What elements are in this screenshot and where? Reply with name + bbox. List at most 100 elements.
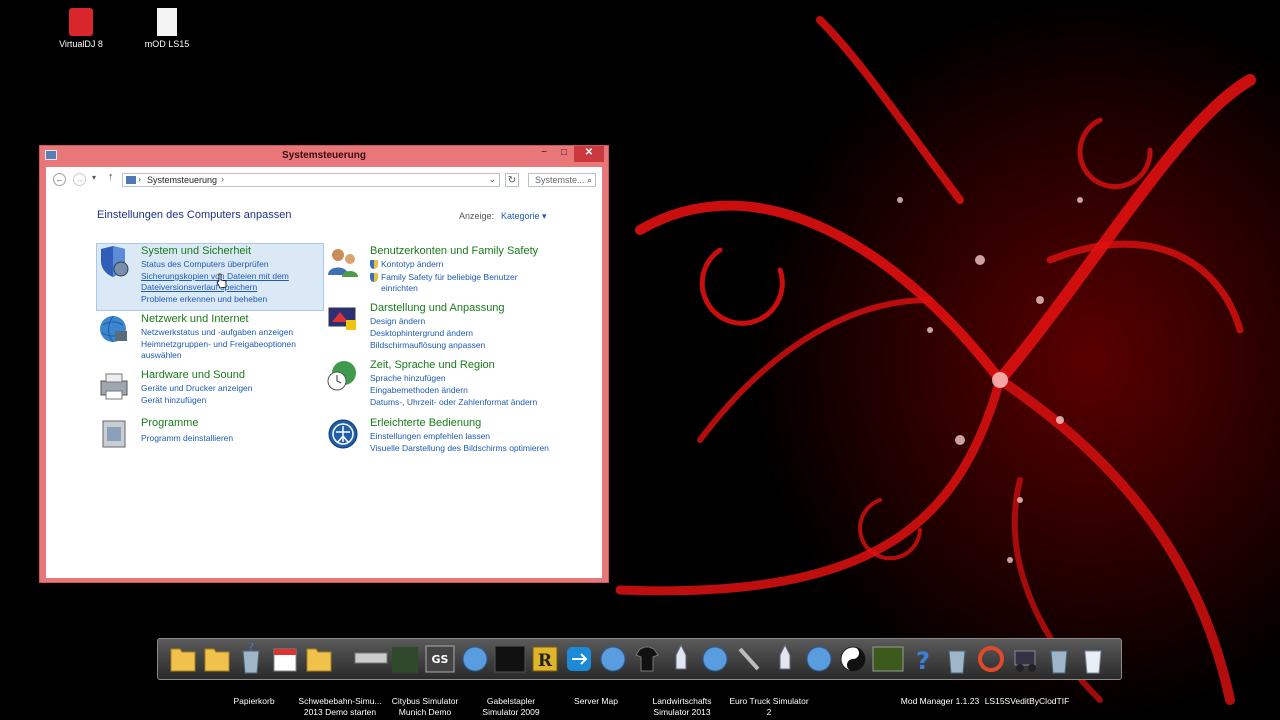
link-family-safety[interactable]: Family Safety für beliebige Benutzer (370, 272, 518, 282)
dock-label-gabelstapler[interactable]: Gabelstapler Simulator 2009 (476, 696, 546, 718)
link-change-theme[interactable]: Design ändern (370, 316, 425, 326)
dock-label-ls15sv[interactable]: LS15SVeditByClodTIF (984, 696, 1070, 707)
dock-globe-3[interactable] (700, 643, 730, 675)
desktop-icon-virtualdj[interactable]: VirtualDJ 8 (46, 8, 116, 49)
link-homegroup[interactable]: Heimnetzgruppen- und Freigabeoptionen (141, 339, 296, 349)
dock-auto-care[interactable] (976, 643, 1006, 675)
category-title[interactable]: Netzwerk und Internet (141, 313, 249, 325)
dock-folder-3[interactable] (304, 643, 334, 675)
window-titlebar[interactable]: Systemsteuerung − □ ✕ (40, 146, 608, 166)
dock-recycle-bin[interactable]: ? (236, 640, 266, 675)
back-button[interactable]: ← (53, 173, 66, 186)
refresh-button[interactable]: ↻ (505, 173, 519, 187)
dock-label-schwebebahn[interactable]: Schwebebahn-Simu... 2013 Demo starten (296, 696, 384, 718)
category-title[interactable]: Programme (141, 417, 198, 429)
trash-icon (1050, 650, 1068, 674)
link-family-safety-cont[interactable]: einrichten (370, 283, 418, 293)
dock-calendar[interactable] (270, 643, 300, 675)
link-add-device[interactable]: Gerät hinzufügen (141, 395, 206, 405)
dock-label-landwirtschafts[interactable]: Landwirtschafts Simulator 2013 (646, 696, 718, 718)
dock-mod-manager[interactable] (1010, 643, 1040, 675)
svg-text:R: R (538, 651, 553, 671)
search-input[interactable]: Systemste... ⌕ (528, 173, 596, 187)
dock-app-schwebebahn[interactable] (354, 643, 388, 675)
link-backup-files-cont[interactable]: Dateiversionsverlauf speichern (141, 282, 257, 292)
dock-label-citybus[interactable]: Citybus Simulator Munich Demo (388, 696, 462, 718)
dock-yin-yang[interactable] (838, 643, 868, 675)
close-button[interactable]: ✕ (574, 146, 604, 162)
rocket-icon (675, 643, 687, 670)
maximize-button[interactable]: □ (554, 146, 574, 162)
category-clock-region: Zeit, Sprache und Region Sprache hinzufü… (326, 359, 586, 409)
breadcrumb-separator[interactable]: › (221, 174, 224, 184)
shirt-icon (635, 646, 659, 672)
desktop-icon-mod-ls15[interactable]: mOD LS15 (132, 8, 202, 49)
link-input-methods[interactable]: Eingabemethoden ändern (370, 385, 468, 395)
view-label: Anzeige: (459, 211, 495, 221)
dock-globe-4[interactable] (804, 643, 834, 675)
dock-bin-2[interactable] (942, 643, 972, 675)
dock-teamviewer[interactable] (564, 643, 594, 675)
trash-icon (948, 650, 966, 674)
link-troubleshoot[interactable]: Probleme erkennen und beheben (141, 294, 267, 304)
dock-shirt[interactable] (632, 643, 662, 675)
recent-pages-dropdown[interactable]: ▾ (92, 173, 96, 182)
category-title[interactable]: Hardware und Sound (141, 369, 245, 381)
dock-app-dark[interactable] (494, 643, 526, 675)
category-title[interactable]: Darstellung und Anpassung (370, 302, 505, 314)
category-title[interactable]: System und Sicherheit (141, 245, 251, 257)
dock-label-papierkorb[interactable]: Papierkorb (224, 696, 284, 707)
dock-help[interactable]: ? (908, 643, 938, 675)
users-icon (328, 249, 358, 277)
virtualdj-icon (69, 8, 93, 36)
link-change-account-type[interactable]: Kontotyp ändern (370, 259, 443, 269)
breadcrumb-separator: › (138, 174, 141, 184)
link-desktop-background[interactable]: Desktophintergrund ändern (370, 328, 473, 338)
link-devices-printers[interactable]: Geräte und Drucker anzeigen (141, 383, 253, 393)
dock-label-server-map[interactable]: Server Map (566, 696, 626, 707)
tractor-icon (1014, 650, 1036, 672)
breadcrumb-systemsteuerung[interactable]: Systemsteuerung (147, 175, 217, 185)
folder-icon (170, 648, 196, 672)
link-uninstall-program[interactable]: Programm deinstallieren (141, 433, 233, 443)
dock-euro-truck[interactable] (872, 643, 904, 675)
view-mode-dropdown[interactable]: Kategorie ▾ (501, 211, 547, 222)
dock-app-citybus[interactable] (390, 643, 420, 675)
link-backup-files[interactable]: Sicherungskopien von Dateien mit dem (141, 271, 289, 281)
dock-folder-2[interactable] (202, 643, 232, 675)
link-date-time-format[interactable]: Datums-, Uhrzeit- oder Zahlenformat ände… (370, 397, 537, 407)
link-network-status[interactable]: Netzwerkstatus und -aufgaben anzeigen (141, 327, 293, 337)
address-bar[interactable]: › Systemsteuerung › ⌄ (122, 173, 500, 187)
link-add-language[interactable]: Sprache hinzufügen (370, 373, 446, 383)
category-title[interactable]: Zeit, Sprache und Region (370, 359, 495, 371)
link-screen-resolution[interactable]: Bildschirmauflösung anpassen (370, 340, 485, 350)
up-button[interactable]: ↑ (108, 171, 114, 183)
link-check-status[interactable]: Status des Computers überprüfen (141, 259, 269, 269)
page-title: Einstellungen des Computers anpassen (97, 209, 292, 221)
link-optimize-display[interactable]: Visuelle Darstellung des Bildschirms opt… (370, 443, 549, 453)
dock-bin-3[interactable] (1044, 643, 1074, 675)
link-homegroup-cont[interactable]: auswählen (141, 350, 182, 360)
address-dropdown-icon[interactable]: ⌄ (488, 174, 496, 185)
euro-truck-icon (872, 646, 904, 672)
dock-rocket-2[interactable] (770, 643, 800, 675)
category-title[interactable]: Erleichterte Bedienung (370, 417, 481, 429)
dock-folder-1[interactable] (168, 643, 198, 675)
dock-globe-2[interactable] (598, 643, 628, 675)
dock-app-gabelstapler[interactable]: GS (424, 643, 455, 675)
link-recommend-settings[interactable]: Einstellungen empfehlen lassen (370, 431, 490, 441)
dock-rocket-1[interactable] (666, 643, 696, 675)
dock-globe-1[interactable] (460, 643, 490, 675)
dock-recycle[interactable] (1078, 643, 1108, 675)
dock-wrench[interactable] (734, 643, 764, 675)
dock-label-euro-truck[interactable]: Euro Truck Simulator 2 (726, 696, 812, 718)
dock-label-mod-manager[interactable]: Mod Manager 1.1.23 (898, 696, 982, 707)
svg-text:?: ? (248, 643, 254, 654)
category-title[interactable]: Benutzerkonten und Family Safety (370, 245, 538, 257)
auto-care-icon (978, 646, 1004, 672)
forward-button[interactable]: → (73, 173, 86, 186)
search-icon[interactable]: ⌕ (587, 174, 592, 186)
dock-app-r[interactable]: R (530, 643, 560, 675)
minimize-button[interactable]: − (534, 146, 554, 162)
calendar-icon (273, 648, 297, 672)
